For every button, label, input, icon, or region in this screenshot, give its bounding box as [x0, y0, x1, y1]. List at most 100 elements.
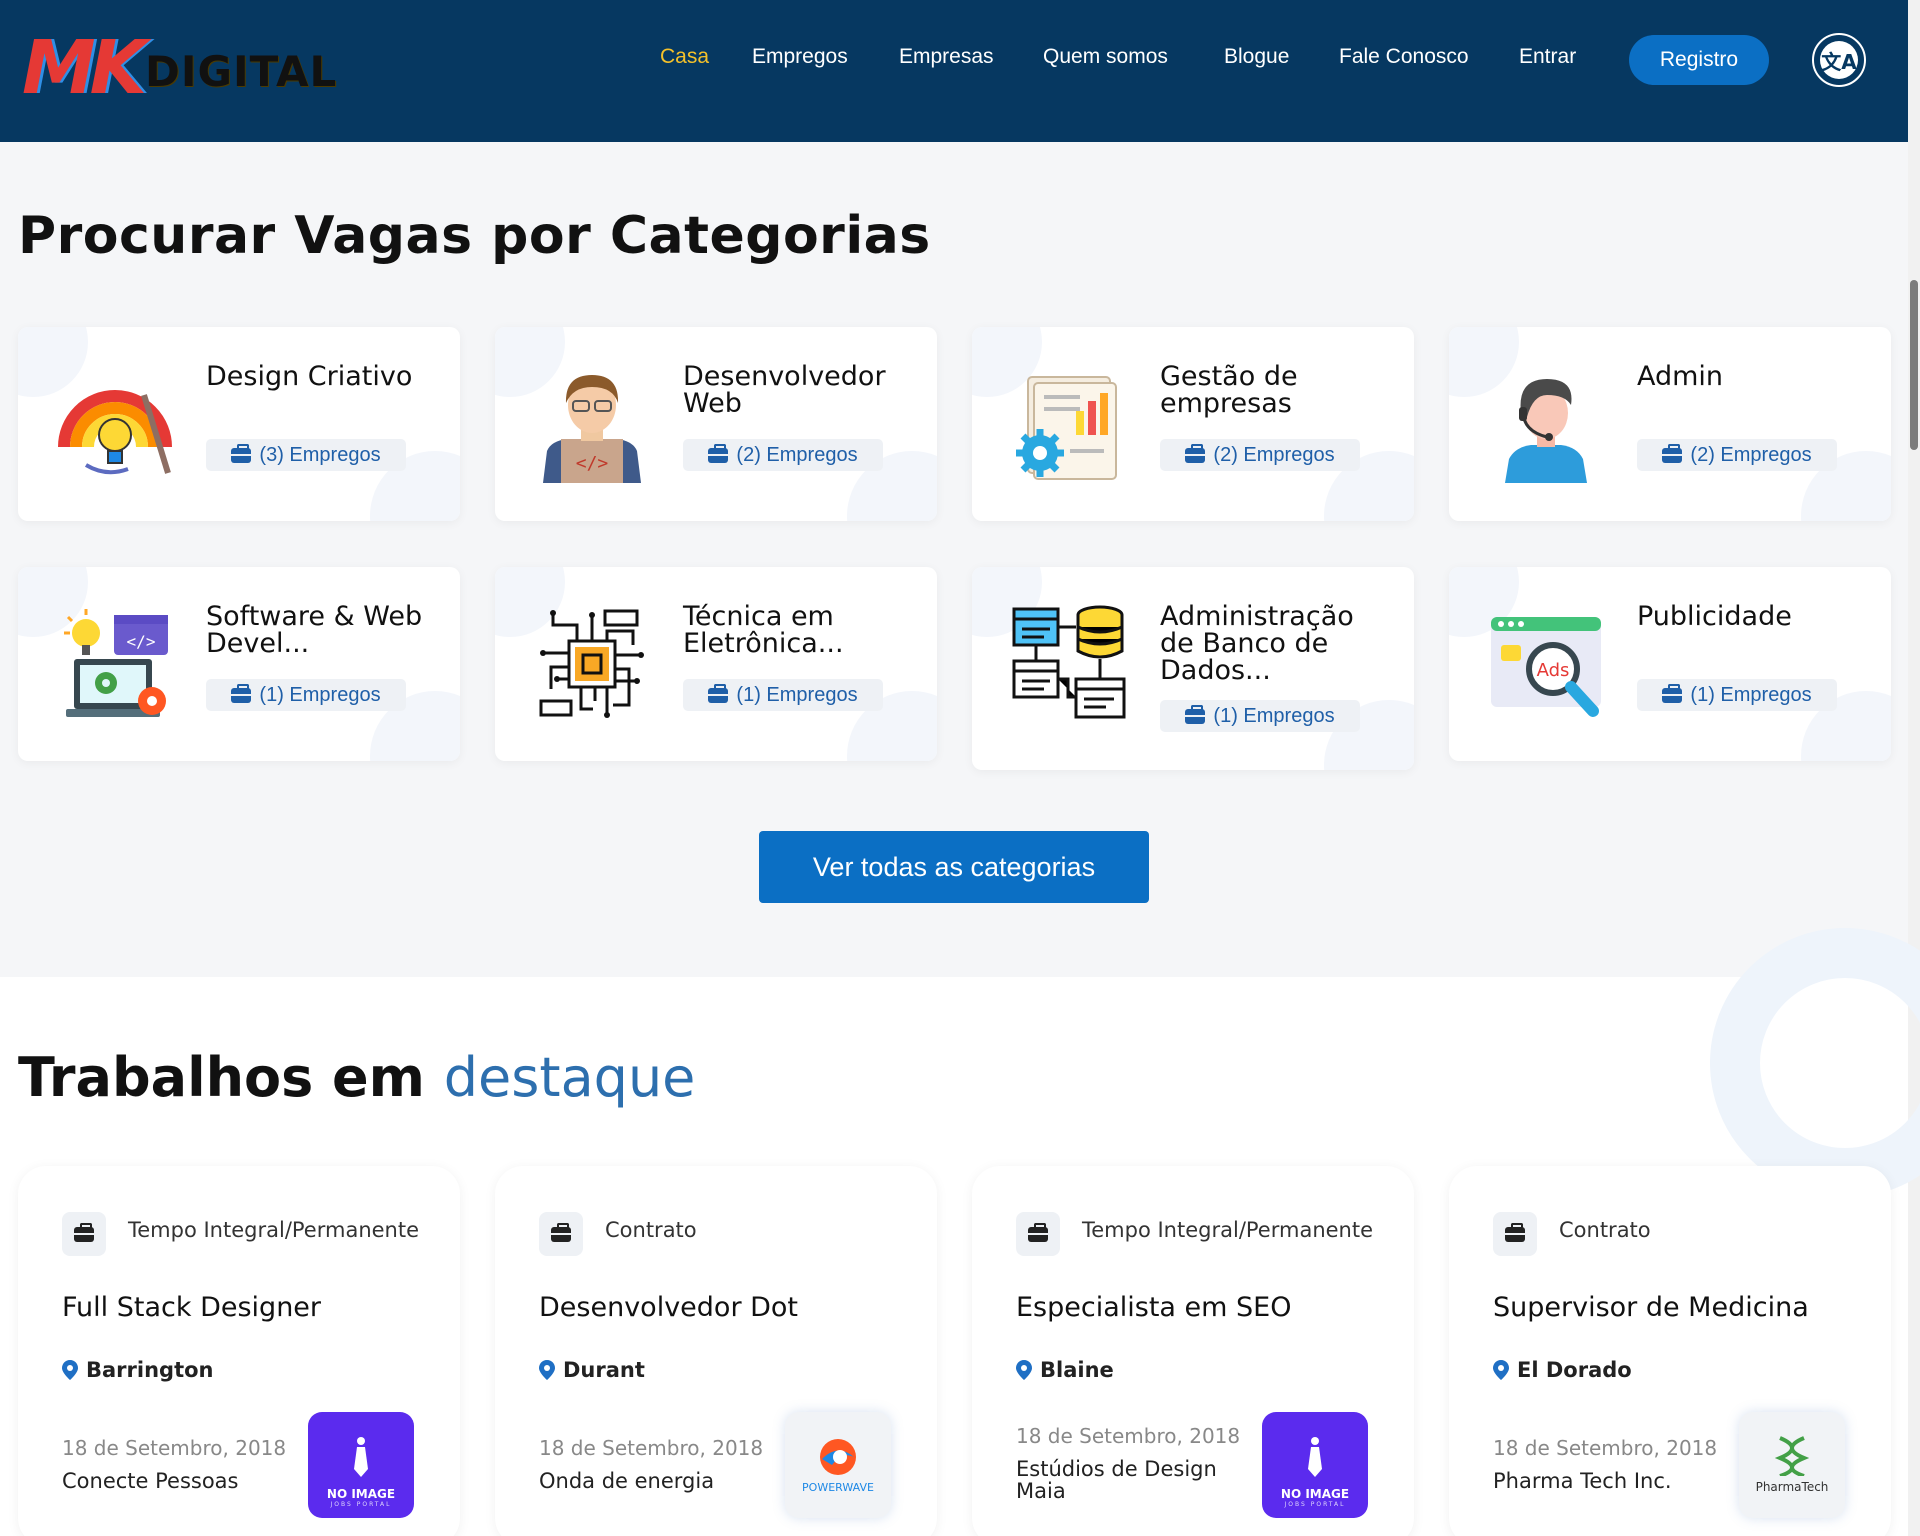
- category-card-software-web[interactable]: </> Software & Web Devel... (1) Empregos: [18, 567, 460, 761]
- register-button[interactable]: Registro: [1629, 35, 1769, 85]
- site-header: MK DIGITAL Casa Empregos Empresas Quem s…: [0, 0, 1908, 142]
- category-name: Admin: [1637, 361, 1724, 392]
- language-switcher-button[interactable]: 文A: [1812, 33, 1866, 87]
- microchip-icon: [539, 609, 644, 718]
- job-type: Contrato: [605, 1218, 697, 1242]
- job-company: Conecte Pessoas: [62, 1469, 239, 1493]
- briefcase-icon: [708, 683, 729, 703]
- briefcase-icon: [1662, 443, 1683, 463]
- briefcase-icon: [62, 1212, 106, 1256]
- job-company: Estúdios de Design Maia: [1016, 1457, 1217, 1503]
- category-name: Gestão de empresas: [1160, 361, 1298, 419]
- map-pin-icon: [62, 1360, 78, 1380]
- support-agent-icon: [1505, 379, 1587, 483]
- category-job-count[interactable]: (2) Empregos: [1160, 439, 1360, 471]
- job-date: 18 de Setembro, 2018: [1493, 1436, 1718, 1460]
- briefcase-icon: [708, 443, 729, 463]
- job-type: Tempo Integral/Permanente: [128, 1218, 420, 1242]
- dna-logo-icon: [1774, 1436, 1810, 1476]
- job-title[interactable]: Especialista em SEO: [1016, 1292, 1292, 1323]
- job-title[interactable]: Desenvolvedor Dot: [539, 1292, 798, 1323]
- nav-link-empresas[interactable]: Empresas: [899, 40, 994, 74]
- business-report-gear-icon: [1016, 376, 1117, 480]
- nav-link-entrar[interactable]: Entrar: [1519, 40, 1576, 74]
- job-location: Durant: [539, 1358, 645, 1382]
- scrollbar-thumb[interactable]: [1910, 280, 1918, 450]
- briefcase-icon: [1185, 704, 1206, 724]
- briefcase-icon: [231, 443, 252, 463]
- briefcase-icon: [1016, 1212, 1060, 1256]
- category-name: Desenvolvedor Web: [683, 361, 886, 419]
- job-title[interactable]: Full Stack Designer: [62, 1292, 321, 1323]
- tie-icon: [354, 1437, 368, 1477]
- category-job-count[interactable]: (1) Empregos: [206, 679, 406, 711]
- software-laptop-icon: </>: [64, 609, 168, 717]
- category-name: Administração de Banco de Dados...: [1160, 601, 1354, 686]
- job-date: 18 de Setembro, 2018: [62, 1436, 287, 1460]
- category-card-admin[interactable]: Admin (2) Empregos: [1449, 327, 1891, 521]
- briefcase-icon: [539, 1212, 583, 1256]
- category-card-design-criativo[interactable]: Design Criativo (3) Empregos: [18, 327, 460, 521]
- job-location: Barrington: [62, 1358, 214, 1382]
- nav-link-quem-somos[interactable]: Quem somos: [1043, 40, 1168, 74]
- job-date: 18 de Setembro, 2018: [1016, 1424, 1241, 1448]
- nav-link-blogue[interactable]: Blogue: [1224, 40, 1289, 74]
- briefcase-icon: [1662, 683, 1683, 703]
- main-nav: Casa Empregos Empresas Quem somos Blogue…: [0, 40, 1908, 74]
- rainbow-lightbulb-icon: [58, 390, 172, 475]
- category-name: Publicidade: [1637, 601, 1792, 632]
- briefcase-icon: [1493, 1212, 1537, 1256]
- company-logo-powerwave[interactable]: POWERWAVE: [785, 1412, 891, 1518]
- category-card-gestao-de-empresas[interactable]: Gestão de empresas (2) Empregos: [972, 327, 1414, 521]
- category-job-count[interactable]: (1) Empregos: [1637, 679, 1837, 711]
- category-card-tecnica-eletronica[interactable]: Técnica em Eletrônica... (1) Empregos: [495, 567, 937, 761]
- categories-heading: Procurar Vagas por Categorias: [18, 206, 931, 266]
- category-card-publicidade[interactable]: Ads Publicidade (1) Empregos: [1449, 567, 1891, 761]
- briefcase-icon: [231, 683, 252, 703]
- job-date: 18 de Setembro, 2018: [539, 1436, 764, 1460]
- svg-text:</>: </>: [576, 453, 609, 474]
- nav-link-empregos[interactable]: Empregos: [752, 40, 848, 74]
- view-all-categories-button[interactable]: Ver todas as categorias: [759, 831, 1149, 903]
- category-job-count[interactable]: (1) Empregos: [1160, 700, 1360, 732]
- job-company: Pharma Tech Inc.: [1493, 1469, 1672, 1493]
- map-pin-icon: [1493, 1360, 1509, 1380]
- category-job-count[interactable]: (3) Empregos: [206, 439, 406, 471]
- category-card-banco-de-dados[interactable]: Administração de Banco de Dados... (1) E…: [972, 567, 1414, 770]
- job-location: Blaine: [1016, 1358, 1114, 1382]
- job-company: Onda de energia: [539, 1469, 715, 1493]
- map-pin-icon: [1016, 1360, 1032, 1380]
- featured-heading: Trabalhos em destaque: [18, 1046, 696, 1109]
- translate-icon: 文A: [1820, 41, 1858, 79]
- job-title[interactable]: Supervisor de Medicina: [1493, 1292, 1809, 1323]
- briefcase-icon: [1185, 443, 1206, 463]
- database-server-icon: [1012, 605, 1126, 719]
- category-name: Design Criativo: [206, 361, 413, 392]
- job-card[interactable]: Tempo Integral/Permanente Full Stack Des…: [18, 1166, 460, 1536]
- category-job-count[interactable]: (2) Empregos: [683, 439, 883, 471]
- job-location: El Dorado: [1493, 1358, 1632, 1382]
- job-type: Tempo Integral/Permanente: [1082, 1218, 1374, 1242]
- svg-text:</>: </>: [127, 632, 156, 651]
- ads-magnifier-icon: Ads: [1491, 617, 1601, 717]
- category-card-desenvolvedor-web[interactable]: </> Desenvolvedor Web (2) Empregos: [495, 327, 937, 521]
- job-card[interactable]: Tempo Integral/Permanente Especialista e…: [972, 1166, 1414, 1536]
- page-scrollbar[interactable]: [1908, 0, 1920, 1536]
- job-card[interactable]: Contrato Desenvolvedor Dot Durant 18 de …: [495, 1166, 937, 1536]
- category-name: Software & Web Devel...: [206, 601, 423, 659]
- company-logo-no-image[interactable]: NO IMAGE JOBS PORTAL: [308, 1412, 414, 1518]
- map-pin-icon: [539, 1360, 555, 1380]
- category-job-count[interactable]: (1) Empregos: [683, 679, 883, 711]
- category-job-count[interactable]: (2) Empregos: [1637, 439, 1837, 471]
- svg-text:Ads: Ads: [1537, 660, 1570, 681]
- wave-logo-icon: [820, 1438, 856, 1475]
- company-logo-no-image[interactable]: NO IMAGE JOBS PORTAL: [1262, 1412, 1368, 1518]
- nav-link-casa[interactable]: Casa: [660, 40, 709, 74]
- developer-avatar-icon: </>: [543, 375, 641, 483]
- job-card[interactable]: Contrato Supervisor de Medicina El Dorad…: [1449, 1166, 1891, 1536]
- category-name: Técnica em Eletrônica...: [683, 601, 844, 659]
- job-type: Contrato: [1559, 1218, 1651, 1242]
- company-logo-pharmatech[interactable]: PharmaTech: [1739, 1412, 1845, 1518]
- nav-link-fale-conosco[interactable]: Fale Conosco: [1339, 40, 1469, 74]
- tie-icon: [1308, 1437, 1322, 1477]
